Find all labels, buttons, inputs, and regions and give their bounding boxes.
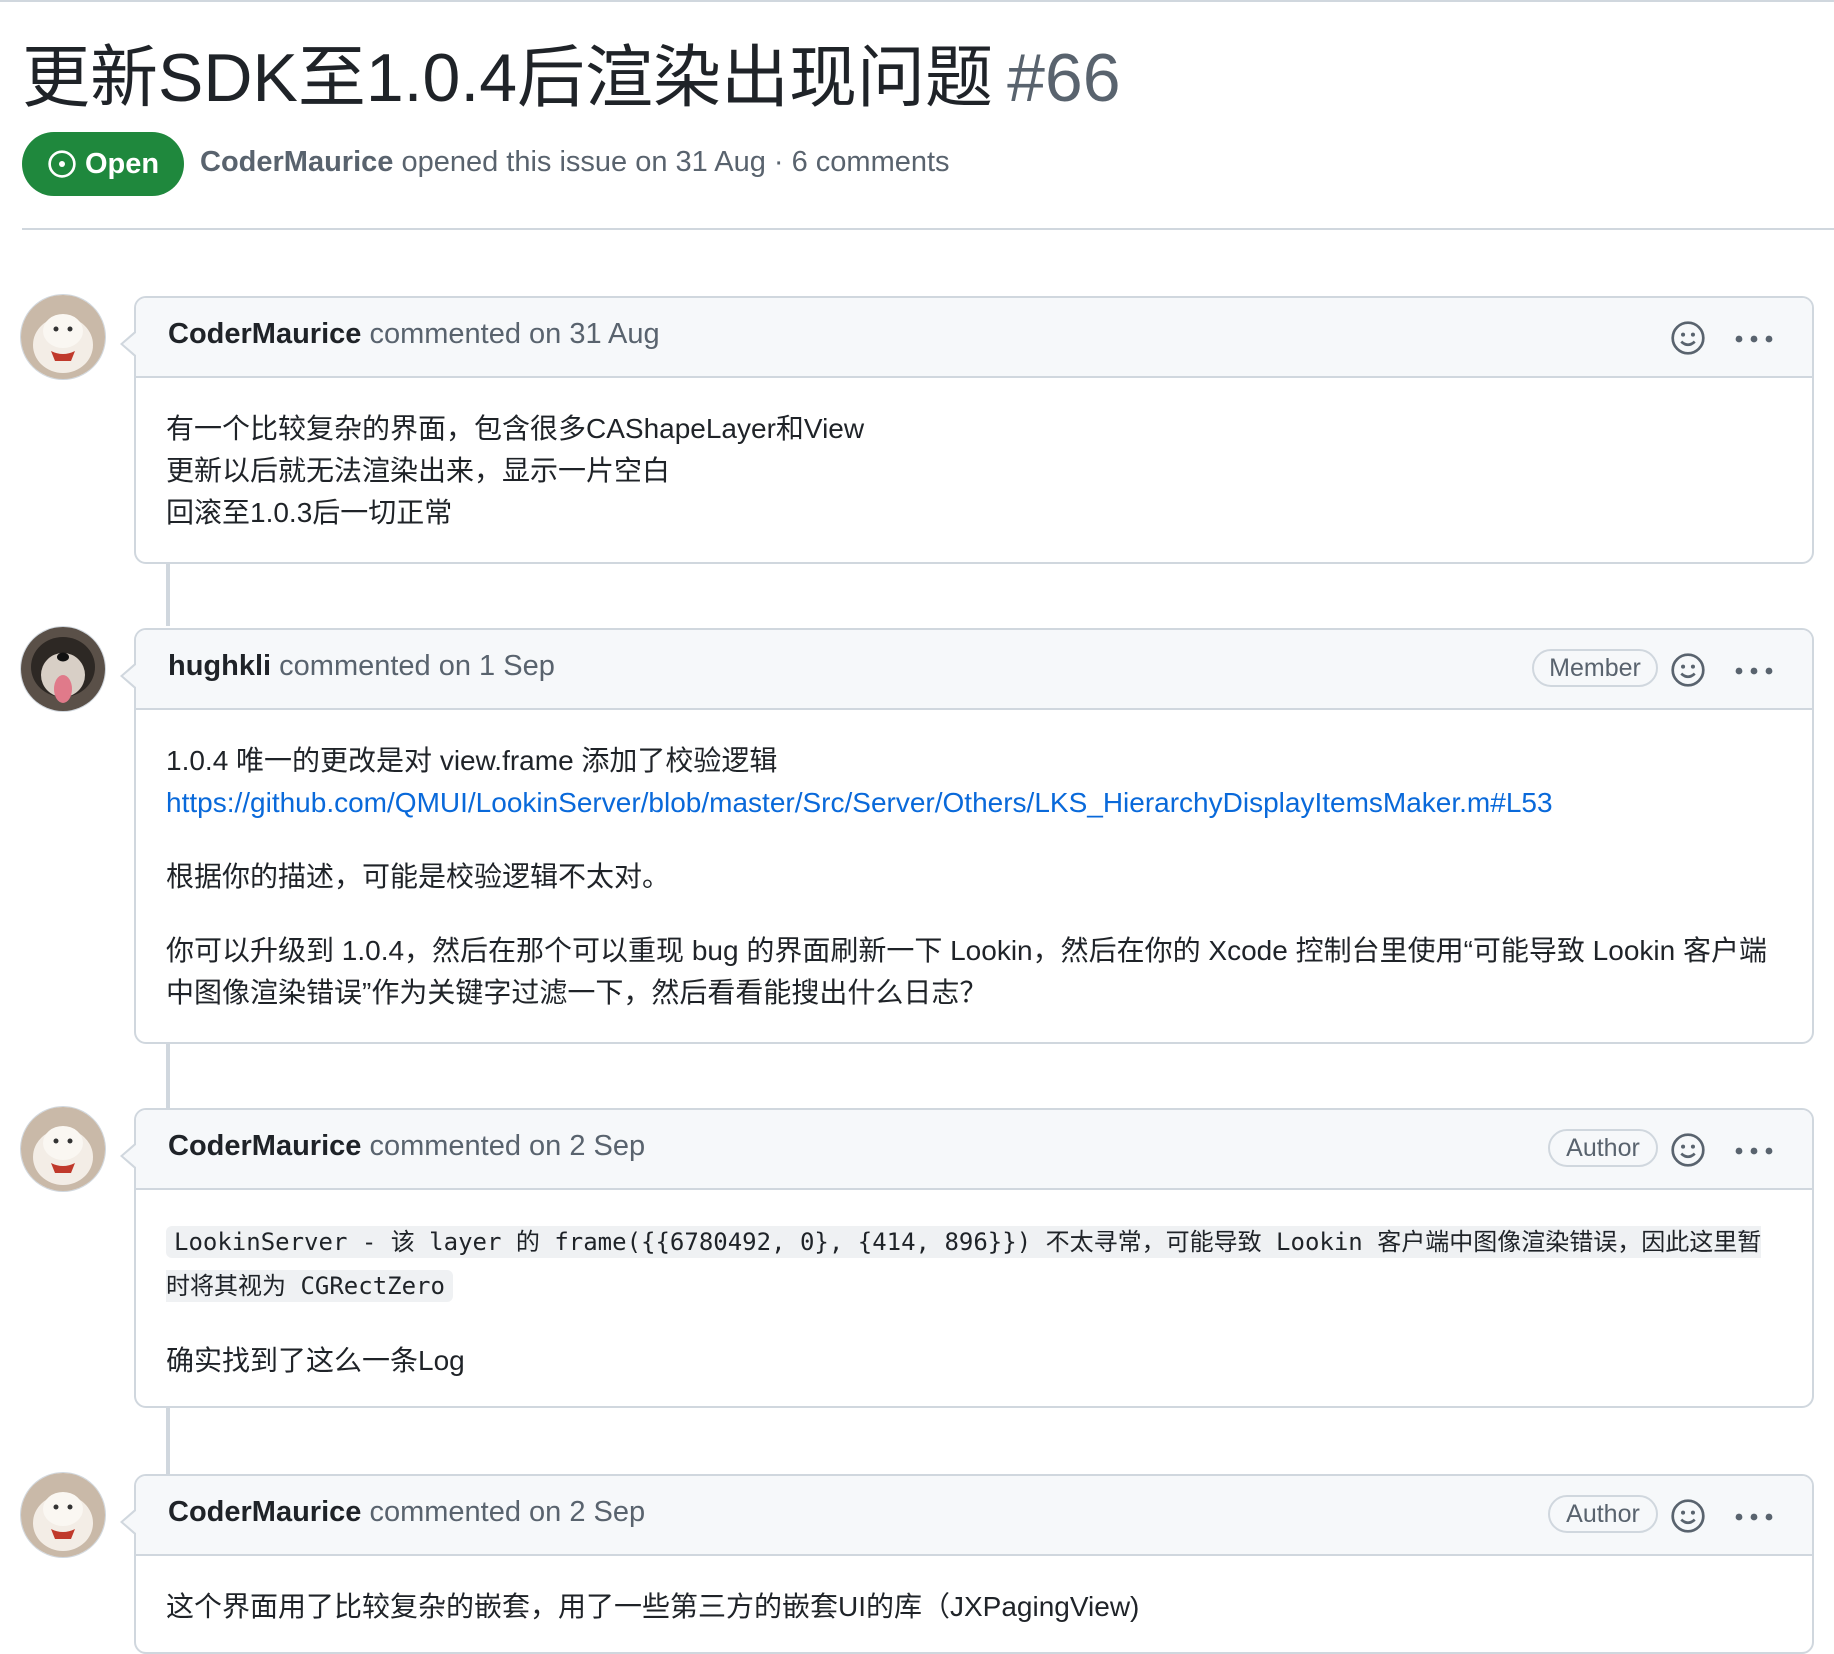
comment-body: 这个界面用了比较复杂的嵌套，用了一些第三方的嵌套UI的库（JXPagingVie… [136,1556,1812,1654]
comment-author-link[interactable]: CoderMaurice [168,318,361,350]
comment-heading: CoderMaurice commented on 2 Sep [168,1496,645,1529]
add-reaction-icon[interactable] [1670,1498,1706,1534]
inline-code-log: LookinServer - 该 layer 的 frame({{6780492… [166,1226,1762,1302]
comment-line: 有一个比较复杂的界面，包含很多CAShapeLayer和View [166,413,865,444]
comment-line: 这个界面用了比较复杂的嵌套，用了一些第三方的嵌套UI的库（JXPagingVie… [166,1591,1140,1622]
issue-opened-icon [48,150,76,178]
author-badge: Author [1548,1129,1658,1167]
source-file-link[interactable]: https://github.com/QMUI/LookinServer/blo… [166,787,1553,818]
top-divider [0,0,1834,2]
kebab-menu-icon[interactable] [1734,334,1774,344]
add-reaction-icon[interactable] [1670,652,1706,688]
comment-card: hughkli commented on 1 Sep Member 1.0.4 … [120,628,1814,1044]
comment-paragraph: 你可以升级到 1.0.4，然后在那个可以重现 bug 的界面刷新一下 Looki… [166,935,1767,1008]
timeline-connector [166,1408,170,1474]
issue-author-link[interactable]: CoderMaurice [200,146,393,178]
avatar[interactable] [20,294,106,380]
comment-heading: hughkli commented on 1 Sep [168,650,555,683]
comment-heading: CoderMaurice commented on 2 Sep [168,1130,645,1163]
comment-author-link[interactable]: CoderMaurice [168,1496,361,1528]
comment-line: 1.0.4 唯一的更改是对 view.frame 添加了校验逻辑 [166,745,778,776]
issue-number: #66 [1007,40,1121,116]
avatar[interactable] [20,1106,106,1192]
issue-meta: CoderMaurice opened this issue on 31 Aug… [200,146,950,179]
issue-state-label: Open [84,147,160,180]
comment-heading: CoderMaurice commented on 31 Aug [168,318,660,351]
comment-card: CoderMaurice commented on 31 Aug 有一个比较复杂… [120,296,1814,564]
comment-paragraph: 确实找到了这么一条Log [166,1345,465,1376]
issue-title: 更新SDK至1.0.4后渲染出现问题 #66 [22,36,1121,120]
comment-timestamp[interactable]: commented on 31 Aug [361,318,659,350]
kebab-menu-icon[interactable] [1734,1512,1774,1522]
comment-body: LookinServer - 该 layer 的 frame({{6780492… [136,1190,1812,1408]
author-badge: Author [1548,1495,1658,1533]
cat-avatar-icon [21,1107,105,1191]
comment-line: 更新以后就无法渲染出来，显示一片空白 [166,455,671,486]
comment-author-link[interactable]: hughkli [168,650,271,682]
comment-body: 有一个比较复杂的界面，包含很多CAShapeLayer和View 更新以后就无法… [136,378,1812,560]
timeline-connector [166,560,170,626]
header-divider [22,228,1834,230]
kebab-menu-icon[interactable] [1734,1146,1774,1156]
comment-timestamp[interactable]: commented on 2 Sep [361,1496,645,1528]
timeline-connector [166,1042,170,1110]
kebab-menu-icon[interactable] [1734,666,1774,676]
add-reaction-icon[interactable] [1670,1132,1706,1168]
issue-title-text: 更新SDK至1.0.4后渲染出现问题 [22,40,994,116]
comment-header: CoderMaurice commented on 2 Sep Author [136,1110,1812,1190]
issue-meta-text: opened this issue on 31 Aug · 6 comments [393,146,950,178]
comment-header: hughkli commented on 1 Sep Member [136,630,1812,710]
comment-paragraph: 根据你的描述，可能是校验逻辑不太对。 [166,861,671,892]
comment-author-link[interactable]: CoderMaurice [168,1130,361,1162]
comment-card: CoderMaurice commented on 2 Sep Author L… [120,1108,1814,1408]
comment-timestamp[interactable]: commented on 2 Sep [361,1130,645,1162]
comment-card: CoderMaurice commented on 2 Sep Author 这… [120,1474,1814,1654]
add-reaction-icon[interactable] [1670,320,1706,356]
issue-state-badge: Open [22,132,184,196]
avatar[interactable] [20,626,106,712]
comment-body: 1.0.4 唯一的更改是对 view.frame 添加了校验逻辑 https:/… [136,710,1812,1040]
avatar[interactable] [20,1472,106,1558]
comment-header: CoderMaurice commented on 2 Sep Author [136,1476,1812,1556]
cat-avatar-icon [21,295,105,379]
cat-avatar-icon [21,1473,105,1557]
dog-avatar-icon [21,627,105,711]
member-badge: Member [1532,649,1658,687]
comment-header: CoderMaurice commented on 31 Aug [136,298,1812,378]
comment-line: 回滚至1.0.3后一切正常 [166,497,453,528]
comment-timestamp[interactable]: commented on 1 Sep [271,650,555,682]
